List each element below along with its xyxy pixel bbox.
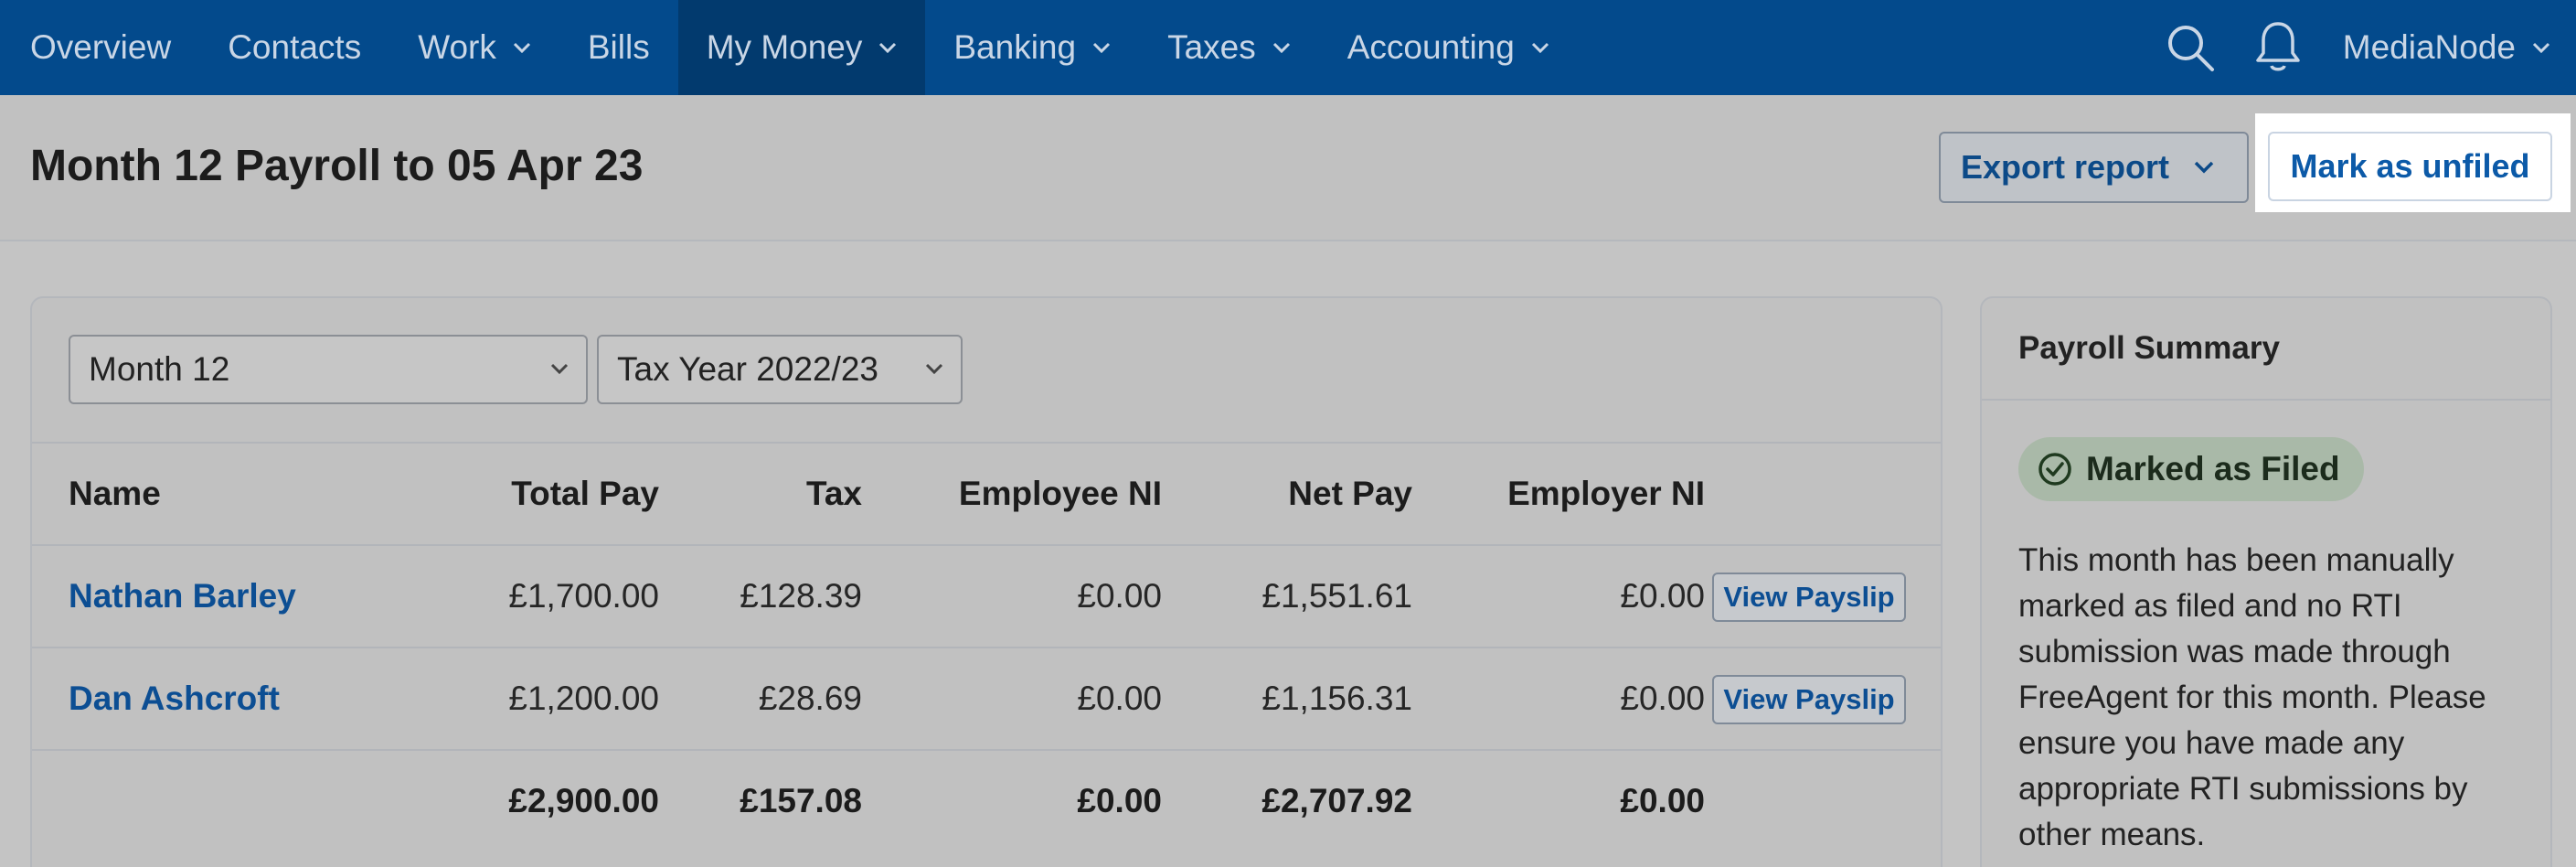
column-header-name: Name	[69, 475, 161, 512]
nav-label: Taxes	[1167, 28, 1256, 66]
employee-ni-cell: £0.00	[1077, 577, 1162, 615]
totals-row: £2,900.00 £157.08 £0.00 £2,707.92 £0.00	[32, 749, 1941, 851]
tax-year-select[interactable]: Tax Year 2022/23	[597, 335, 963, 404]
chevron-down-icon	[924, 362, 944, 375]
page-title: Month 12 Payroll to 05 Apr 23	[30, 142, 644, 190]
table-header-row: Name Total Pay Tax Employee NI Net Pay E…	[32, 442, 1941, 544]
employee-ni-cell: £0.00	[1077, 680, 1162, 717]
mark-as-unfiled-button[interactable]: Mark as unfiled	[2268, 132, 2552, 201]
column-header-net-pay: Net Pay	[1288, 475, 1412, 512]
summary-text-line: This month has been manually	[2018, 542, 2454, 578]
summary-text-line: FreeAgent for this month. Please	[2018, 680, 2486, 715]
summary-text-line: submission was made through	[2018, 634, 2451, 669]
nav-item-accounting[interactable]: Accounting	[1319, 0, 1578, 95]
net-pay-total: £2,707.92	[1261, 782, 1412, 819]
employee-ni-total: £0.00	[1077, 782, 1162, 819]
tax-year-select-value: Tax Year 2022/23	[617, 350, 878, 388]
nav-item-my-money[interactable]: My Money	[677, 0, 926, 95]
column-header-employer-ni: Employer NI	[1507, 475, 1705, 512]
employer-ni-total: £0.00	[1620, 782, 1705, 819]
month-select[interactable]: Month 12	[69, 335, 588, 404]
column-header-tax: Tax	[805, 475, 862, 512]
nav-item-work[interactable]: Work	[389, 0, 559, 95]
employer-ni-cell: £0.00	[1620, 680, 1705, 717]
nav-label: Work	[418, 28, 496, 66]
search-icon[interactable]	[2158, 0, 2222, 95]
chevron-down-icon	[2193, 160, 2215, 175]
chevron-down-icon	[1092, 41, 1111, 54]
summary-description: This month has been manually marked as f…	[2018, 538, 2530, 858]
nav-label: Bills	[587, 28, 650, 66]
export-report-button[interactable]: Export report	[1939, 132, 2249, 203]
nav-item-taxes[interactable]: Taxes	[1139, 0, 1319, 95]
summary-text-line: ensure you have made any	[2018, 725, 2405, 761]
check-circle-icon	[2037, 451, 2073, 487]
chevron-down-icon	[513, 41, 531, 54]
table-row: Nathan Barley £1,700.00 £128.39 £0.00 £1…	[32, 544, 1941, 647]
payroll-summary-title: Payroll Summary	[1982, 298, 2550, 401]
month-select-value: Month 12	[89, 350, 230, 388]
nav-item-banking[interactable]: Banking	[925, 0, 1139, 95]
chevron-down-icon	[878, 41, 897, 54]
nav-label: Contacts	[228, 28, 362, 66]
bell-icon[interactable]	[2246, 0, 2310, 95]
payroll-summary-panel: Payroll Summary Marked as Filed This mon…	[1980, 296, 2552, 867]
payroll-table: Name Total Pay Tax Employee NI Net Pay E…	[32, 442, 1941, 851]
chevron-down-icon	[1272, 41, 1291, 54]
top-nav: Overview Contacts Work Bills My Money Ba…	[0, 0, 2576, 95]
nav-label: Banking	[953, 28, 1077, 66]
nav-label: Accounting	[1347, 28, 1515, 66]
view-payslip-button[interactable]: View Payslip	[1712, 573, 1906, 622]
summary-text-line: marked as filed and no RTI	[2018, 588, 2402, 624]
account-menu[interactable]: MediaNode	[2310, 28, 2576, 67]
total-pay-cell: £1,700.00	[508, 577, 659, 615]
status-badge-label: Marked as Filed	[2086, 450, 2340, 487]
page-header: Month 12 Payroll to 05 Apr 23 Export rep…	[0, 95, 2576, 241]
payroll-panel: Month 12 Tax Year 2022/23 Name Total Pay…	[30, 296, 1943, 867]
employer-ni-cell: £0.00	[1620, 577, 1705, 615]
employee-name-link[interactable]: Nathan Barley	[69, 546, 296, 647]
account-name: MediaNode	[2342, 28, 2516, 66]
nav-item-contacts[interactable]: Contacts	[199, 0, 389, 95]
table-row: Dan Ashcroft £1,200.00 £28.69 £0.00 £1,1…	[32, 647, 1941, 749]
net-pay-cell: £1,551.61	[1261, 577, 1412, 615]
nav-label: My Money	[706, 28, 863, 66]
summary-text-line: other means.	[2018, 817, 2206, 852]
tax-cell: £128.39	[740, 577, 862, 615]
summary-text-line: appropriate RTI submissions by	[2018, 771, 2468, 807]
tax-total: £157.08	[740, 782, 862, 819]
column-header-employee-ni: Employee NI	[958, 475, 1162, 512]
chevron-down-icon	[2532, 41, 2550, 54]
chevron-down-icon	[549, 362, 569, 375]
status-badge: Marked as Filed	[2018, 437, 2364, 501]
employee-name-link[interactable]: Dan Ashcroft	[69, 648, 280, 749]
total-pay-cell: £1,200.00	[508, 680, 659, 717]
tax-cell: £28.69	[758, 680, 862, 717]
net-pay-cell: £1,156.31	[1261, 680, 1412, 717]
nav-label: Overview	[30, 28, 172, 66]
column-header-total-pay: Total Pay	[511, 475, 659, 512]
nav-right: MediaNode	[2158, 0, 2576, 95]
total-pay-total: £2,900.00	[508, 782, 659, 819]
nav-item-bills[interactable]: Bills	[559, 0, 678, 95]
nav-item-overview[interactable]: Overview	[0, 0, 199, 95]
view-payslip-button[interactable]: View Payslip	[1712, 675, 1906, 724]
export-report-label: Export report	[1961, 148, 2170, 186]
chevron-down-icon	[1531, 41, 1549, 54]
